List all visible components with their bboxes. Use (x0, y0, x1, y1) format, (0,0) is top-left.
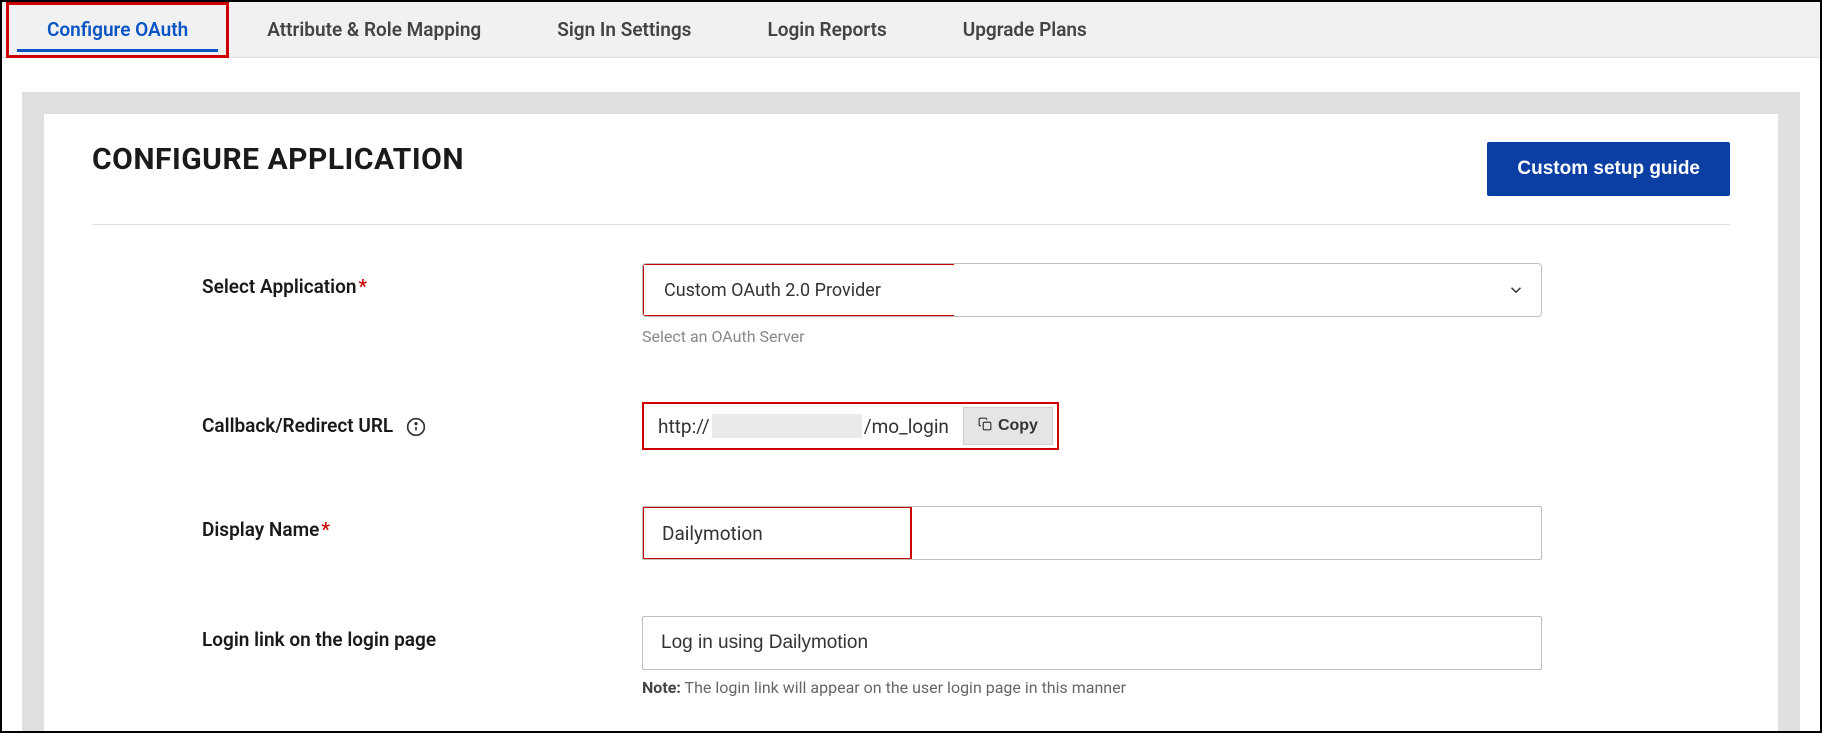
login-link-label: Login link on the login page (202, 616, 642, 651)
info-icon[interactable] (406, 417, 426, 437)
page-title: CONFIGURE APPLICATION (92, 142, 464, 177)
callback-url-label: Callback/Redirect URL (202, 402, 642, 437)
redacted-host (712, 414, 862, 438)
tab-attribute-role-mapping[interactable]: Attribute & Role Mapping (229, 2, 519, 58)
display-name-input[interactable]: Dailymotion (642, 506, 1542, 560)
tab-sign-in-settings[interactable]: Sign In Settings (519, 2, 729, 58)
tab-login-reports[interactable]: Login Reports (729, 2, 924, 58)
select-application-dropdown[interactable]: Custom OAuth 2.0 Provider (642, 263, 1542, 317)
select-application-value: Custom OAuth 2.0 Provider (642, 263, 954, 317)
login-link-note: Note: The login link will appear on the … (642, 678, 1542, 697)
tab-upgrade-plans[interactable]: Upgrade Plans (925, 2, 1125, 58)
select-application-helper: Select an OAuth Server (642, 327, 1542, 346)
tab-bar: Configure OAuth Attribute & Role Mapping… (2, 2, 1820, 58)
chevron-down-icon (1491, 264, 1541, 316)
select-application-label: Select Application* (202, 263, 642, 298)
callback-url-value-box: http:///mo_login Copy (642, 402, 1059, 450)
login-link-input[interactable] (642, 616, 1542, 670)
configure-application-card: CONFIGURE APPLICATION Custom setup guide… (44, 114, 1778, 733)
copy-button[interactable]: Copy (963, 407, 1053, 445)
custom-setup-guide-button[interactable]: Custom setup guide (1487, 142, 1730, 196)
display-name-label: Display Name* (202, 506, 642, 541)
copy-icon (978, 417, 992, 436)
display-name-value: Dailymotion (642, 506, 912, 560)
callback-url-value: http:///mo_login (658, 414, 949, 438)
tab-configure-oauth[interactable]: Configure OAuth (6, 2, 229, 58)
